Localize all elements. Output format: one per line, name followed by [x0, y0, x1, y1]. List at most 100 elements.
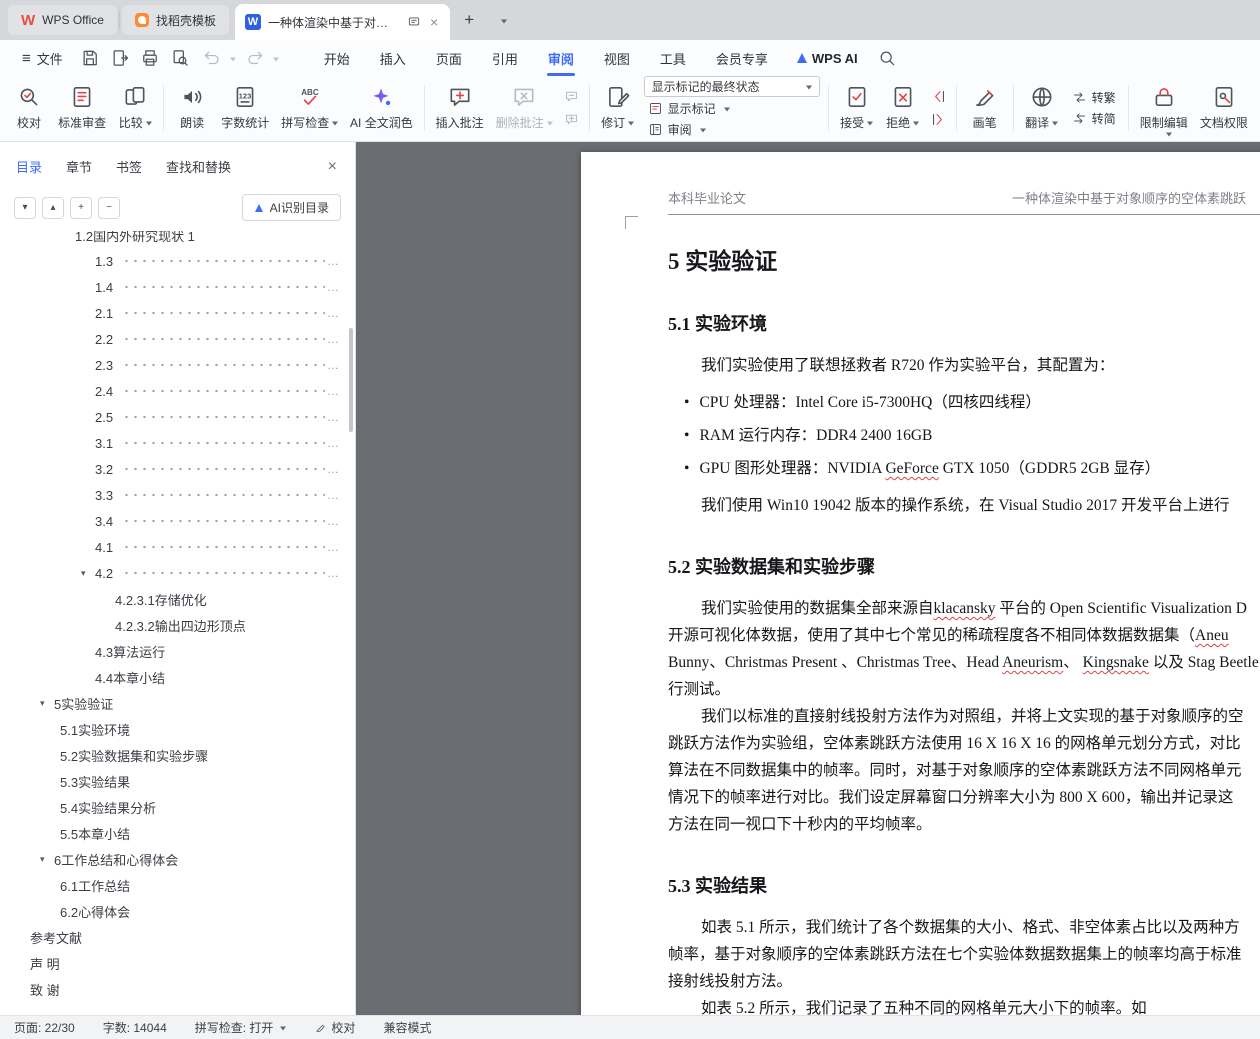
export-pdf-button[interactable] — [107, 46, 133, 70]
search-button[interactable] — [874, 46, 900, 70]
menu-tab-视图[interactable]: 视图 — [589, 40, 645, 76]
doc-line[interactable]: 我们使用 Win10 19042 版本的操作系统，在 Visual Studio… — [668, 492, 1260, 519]
to-traditional-button[interactable]: 转繁 — [1068, 88, 1120, 107]
close-tab-button[interactable]: × — [428, 14, 440, 30]
ai-polish-button[interactable]: AI 全文润色 — [344, 80, 418, 135]
toc-item[interactable]: 6.2心得体会 — [0, 898, 355, 924]
toc-item[interactable]: 2.5… — [0, 404, 355, 430]
collapse-toggle-icon[interactable]: ▾ — [40, 854, 54, 865]
toc-item[interactable]: 3.2… — [0, 456, 355, 482]
doc-line[interactable]: Bunny、Christmas Present 、Christmas Tree、… — [668, 649, 1260, 676]
doc-line[interactable]: 方法在同一视口下十秒内的平均帧率。 — [668, 811, 1260, 838]
sidebar-scrollbar[interactable] — [348, 238, 354, 1009]
page-indicator[interactable]: 页面: 22/30 — [14, 1019, 75, 1036]
doc-line[interactable]: 我们实验使用的数据集全部来源自klacansky 平台的 Open Scient… — [668, 595, 1260, 622]
compare-button[interactable]: 比较 — [112, 80, 158, 135]
show-markup-button[interactable]: 显示标记 — [644, 99, 820, 118]
menu-tab-引用[interactable]: 引用 — [477, 40, 533, 76]
document-body[interactable]: 5 实验验证 5.1 实验环境 我们实验使用了联想拯救者 R720 作为实验平台，其… — [668, 242, 1260, 1015]
doc-heading[interactable]: 5 实验验证 — [668, 242, 1260, 276]
toc-item[interactable]: 6.1工作总结 — [0, 872, 355, 898]
toc-item[interactable]: 5.3实验结果 — [0, 768, 355, 794]
track-changes-button[interactable]: 修订 — [595, 80, 641, 135]
spellcheck-status[interactable]: 拼写检查: 打开 — [195, 1019, 287, 1036]
previous-change-icon[interactable] — [930, 88, 947, 105]
toc-item[interactable]: ▾ 6工作总结和心得体会 — [0, 846, 355, 872]
doc-line[interactable]: 如表 5.2 所示，我们记录了五种不同的网格单元大小下的帧率。如 — [668, 995, 1260, 1015]
toc-item[interactable]: 3.3… — [0, 482, 355, 508]
previous-comment-icon[interactable] — [563, 88, 580, 105]
doc-line[interactable]: 情况下的帧率进行对比。我们设定屏幕窗口分辨率大小为 800 X 600，输出并记… — [668, 784, 1260, 811]
toc-item[interactable]: ▾ 4.2… — [0, 560, 355, 586]
doc-line[interactable]: 接射线投射方法。 — [668, 968, 1260, 995]
doc-line[interactable]: 算法在不同数据集中的帧率。同时，对基于对象顺序的空体素跳跃方法不同网格单元 — [668, 757, 1260, 784]
sidebar-tab-sections[interactable]: 章节 — [66, 157, 92, 176]
new-tab-button[interactable]: + — [456, 7, 482, 33]
ai-recognize-toc-button[interactable]: AI识别目录 — [241, 194, 341, 221]
toc-item[interactable]: 4.2.3.2输出四边形顶点 — [0, 612, 355, 638]
doc-heading[interactable]: 5.3 实验结果 — [668, 872, 1260, 898]
doc-line[interactable]: • CPU 处理器：Intel Core i5-7300HQ（四核四线程） — [668, 389, 1260, 416]
menu-tab-页面[interactable]: 页面 — [421, 40, 477, 76]
toc-item[interactable]: 2.4… — [0, 378, 355, 404]
menu-tab-工具[interactable]: 工具 — [645, 40, 701, 76]
collapse-toggle-icon[interactable]: ▾ — [40, 698, 54, 709]
toc-zoom-out-button[interactable]: − — [98, 196, 120, 219]
print-button[interactable] — [137, 46, 163, 70]
scrollbar-thumb[interactable] — [349, 328, 353, 432]
collapse-ribbon-button[interactable] — [1166, 132, 1172, 140]
toc-item[interactable]: 5.2实验数据集和实验步骤 — [0, 742, 355, 768]
markup-state-select[interactable]: 显示标记的最终状态 — [643, 76, 820, 97]
collapse-toggle-icon[interactable]: ▾ — [81, 568, 95, 579]
standard-review-button[interactable]: 标准审查 — [52, 80, 112, 135]
sidebar-tab-find-replace[interactable]: 查找和替换 — [166, 157, 231, 176]
toc-collapse-all-button[interactable]: ▴ — [42, 196, 64, 219]
menu-tab-开始[interactable]: 开始 — [309, 40, 365, 76]
doc-line[interactable]: 如表 5.1 所示，我们统计了各个数据集的大小、格式、非空体素占比以及两种方 — [668, 914, 1260, 941]
menu-tab-审阅[interactable]: 审阅 — [533, 40, 589, 76]
toc-item[interactable]: 参考文献 — [0, 924, 355, 950]
to-simplified-button[interactable]: 转简 — [1068, 109, 1120, 128]
toc-item[interactable]: 4.2.3.1存储优化 — [0, 586, 355, 612]
accept-button[interactable]: 接受 — [834, 80, 880, 135]
doc-line[interactable]: 跳跃方法作为实验组，空体素跳跃方法使用 16 X 16 X 16 的网格单元划分… — [668, 730, 1260, 757]
document-tab[interactable]: W 一种体渲染中基于对象顺序的 × — [234, 4, 451, 40]
doc-line[interactable]: 我们以标准的直接射线投射方法作为对照组，并将上文实现的基于对象顺序的空 — [668, 703, 1260, 730]
insert-comment-button[interactable]: 插入批注 — [430, 80, 490, 135]
menu-tab-会员专享[interactable]: 会员专享 — [701, 40, 783, 76]
toc-item[interactable]: 5.4实验结果分析 — [0, 794, 355, 820]
toc-item[interactable]: 5.5本章小结 — [0, 820, 355, 846]
toc-item[interactable]: 1.4… — [0, 274, 355, 300]
compatibility-mode-indicator[interactable]: 兼容模式 — [383, 1019, 431, 1036]
doc-line[interactable]: • RAM 运行内存：DDR4 2400 16GB — [668, 422, 1260, 449]
spell-check-button[interactable]: ABC 拼写检查 — [275, 80, 344, 135]
toc-item[interactable]: 2.1… — [0, 300, 355, 326]
undo-button[interactable] — [197, 46, 236, 70]
doc-line[interactable]: 我们实验使用了联想拯救者 R720 作为实验平台，其配置为： — [668, 352, 1260, 379]
restrict-editing-button[interactable]: 限制编辑 — [1134, 80, 1194, 135]
toc-item[interactable]: 声 明 — [0, 950, 355, 976]
tab-list-button[interactable] — [489, 7, 515, 33]
toc-item[interactable]: 3.4… — [0, 508, 355, 534]
word-count-button[interactable]: 123 字数统计 — [215, 80, 275, 135]
translate-button[interactable]: 翻译 — [1019, 80, 1065, 135]
toc-item[interactable]: 5.1实验环境 — [0, 716, 355, 742]
doc-heading[interactable]: 5.2 实验数据集和实验步骤 — [668, 553, 1260, 579]
doc-line[interactable]: 开源可视化体数据，使用了其中七个常见的稀疏程度各不相同体数据数据集（Aneu — [668, 622, 1260, 649]
file-menu-button[interactable]: ≡ 文件 — [10, 40, 75, 76]
sidebar-tab-toc[interactable]: 目录 — [16, 157, 42, 176]
document-page[interactable]: 本科毕业论文 一种体渲染中基于对象顺序的空体素跳跃 5 实验验证 5.1 实验环境… — [581, 152, 1260, 1015]
pen-button[interactable]: 画笔 — [962, 80, 1008, 135]
reject-button[interactable]: 拒绝 — [880, 80, 926, 135]
next-change-icon[interactable] — [930, 111, 947, 128]
close-sidebar-button[interactable]: × — [328, 158, 337, 176]
read-aloud-button[interactable]: 朗读 — [169, 80, 215, 135]
doc-line[interactable]: • GPU 图形处理器：NVIDIA GeForce GTX 1050（GDDR5… — [668, 455, 1260, 482]
toc-item[interactable]: 1.3… — [0, 248, 355, 274]
toc-item[interactable]: 1.2国内外研究现状 1 — [0, 231, 355, 248]
sidebar-tab-bookmarks[interactable]: 书签 — [116, 157, 142, 176]
app-tab-wps-office[interactable]: W WPS Office — [8, 5, 117, 35]
print-preview-button[interactable] — [167, 46, 193, 70]
menu-tab-插入[interactable]: 插入 — [365, 40, 421, 76]
doc-heading[interactable]: 5.1 实验环境 — [668, 310, 1260, 336]
